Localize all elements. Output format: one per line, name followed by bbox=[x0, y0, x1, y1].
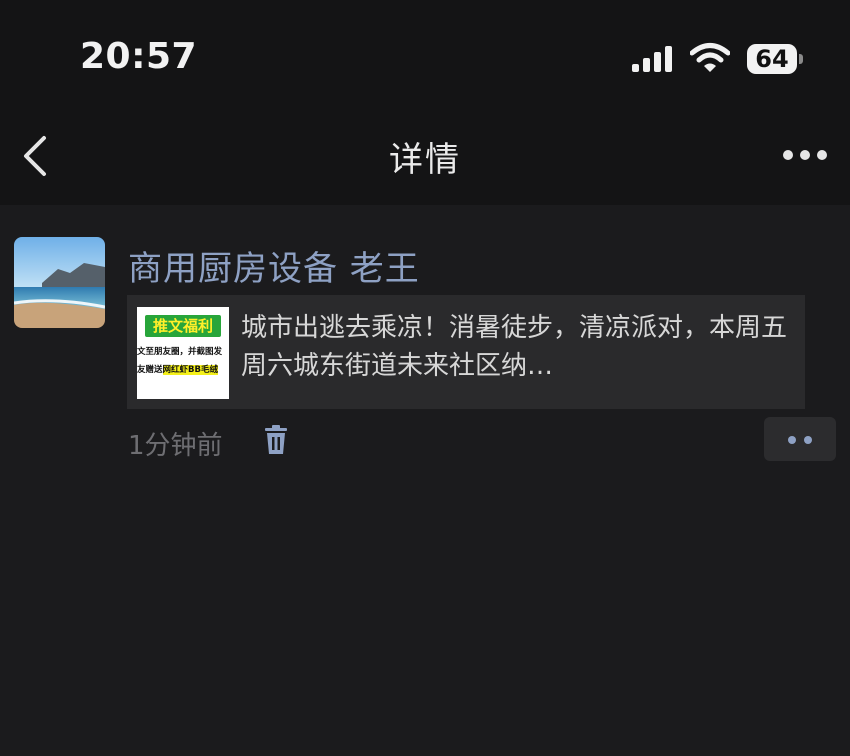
action-dot-icon bbox=[788, 436, 796, 444]
like-comment-button[interactable] bbox=[764, 417, 836, 461]
thumbnail-text-line-2-prefix: 友赠送 bbox=[137, 365, 163, 375]
shared-link-card[interactable]: 推文福利 文至朋友圈，并截图发 友赠送网红虾BB毛绒 城市出逃去乘凉！消暑徒步，… bbox=[127, 295, 805, 409]
action-dot-icon bbox=[804, 436, 812, 444]
page-title: 详情 bbox=[389, 140, 461, 180]
more-options-icon[interactable] bbox=[782, 148, 828, 162]
avatar-beach-image bbox=[14, 237, 105, 328]
status-time: 20:57 bbox=[80, 36, 198, 77]
top-bar: 20:57 64 详情 bbox=[0, 0, 850, 205]
author-name[interactable]: 商用厨房设备 老王 bbox=[128, 241, 420, 290]
battery-indicator: 64 bbox=[747, 44, 803, 74]
battery-tip bbox=[799, 54, 803, 64]
wifi-icon bbox=[690, 43, 730, 72]
post-timestamp: 1分钟前 bbox=[128, 431, 223, 461]
link-title: 城市出逃去乘凉！消暑徒步，清凉派对，本周五周六城东街道未来社区纳… bbox=[241, 313, 788, 381]
cellular-signal-icon bbox=[632, 46, 672, 72]
thumbnail-text-line-1: 文至朋友圈，并截图发 bbox=[137, 347, 223, 357]
delete-trash-icon[interactable] bbox=[263, 424, 289, 456]
avatar[interactable] bbox=[14, 237, 105, 328]
thumbnail-text-line-2: 友赠送网红虾BB毛绒 bbox=[137, 363, 229, 375]
thumbnail-highlight-text: 网红虾BB毛绒 bbox=[162, 365, 218, 375]
battery-level: 64 bbox=[755, 45, 789, 73]
details-screen: 20:57 64 详情 商用厨房设备 老王 推文福利 文至朋友圈，并截图发 友赠… bbox=[0, 0, 850, 756]
link-thumbnail: 推文福利 文至朋友圈，并截图发 友赠送网红虾BB毛绒 bbox=[137, 307, 229, 399]
thumbnail-title: 推文福利 bbox=[145, 315, 221, 337]
